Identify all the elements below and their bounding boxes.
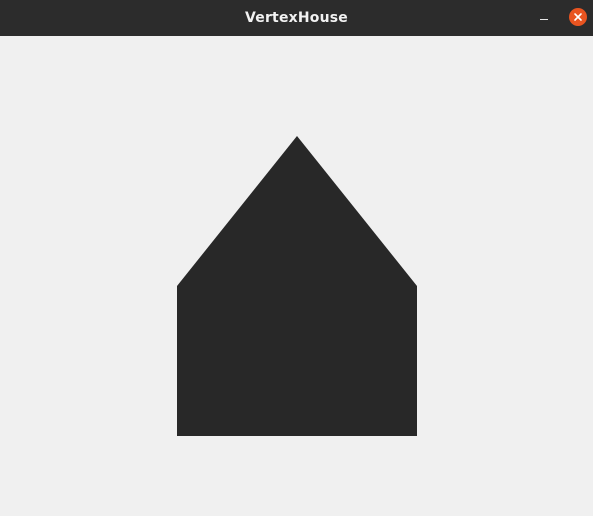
- house-shape: [177, 136, 417, 436]
- minimize-button[interactable]: [536, 10, 552, 26]
- app-window: VertexHouse: [0, 0, 593, 516]
- window-titlebar[interactable]: VertexHouse: [0, 0, 593, 36]
- drawing-canvas: [0, 36, 593, 516]
- canvas-svg: [177, 136, 417, 436]
- close-button[interactable]: [569, 8, 587, 26]
- close-icon: [574, 13, 582, 21]
- minimize-icon: [540, 19, 548, 20]
- window-title: VertexHouse: [244, 10, 349, 26]
